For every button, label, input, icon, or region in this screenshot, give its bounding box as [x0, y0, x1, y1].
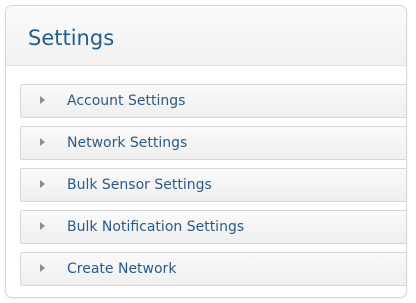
menu-item-bulk-notification-settings[interactable]: Bulk Notification Settings: [20, 210, 406, 244]
menu-item-label: Account Settings: [67, 93, 186, 109]
settings-menu: Account Settings Network Settings Bulk S…: [20, 84, 406, 286]
menu-item-label: Bulk Notification Settings: [67, 219, 245, 235]
triangle-right-icon: [40, 222, 45, 230]
triangle-right-icon: [40, 138, 45, 146]
menu-item-label: Create Network: [67, 261, 177, 277]
menu-item-create-network[interactable]: Create Network: [20, 252, 406, 286]
triangle-right-icon: [40, 180, 45, 188]
menu-item-network-settings[interactable]: Network Settings: [20, 126, 406, 160]
triangle-right-icon: [40, 96, 45, 104]
panel-header: Settings: [6, 6, 406, 66]
menu-item-label: Bulk Sensor Settings: [67, 177, 212, 193]
menu-item-account-settings[interactable]: Account Settings: [20, 84, 406, 118]
settings-panel: Settings Account Settings Network Settin…: [5, 5, 407, 298]
menu-item-label: Network Settings: [67, 135, 188, 151]
panel-title: Settings: [28, 26, 115, 50]
menu-item-bulk-sensor-settings[interactable]: Bulk Sensor Settings: [20, 168, 406, 202]
triangle-right-icon: [40, 264, 45, 272]
